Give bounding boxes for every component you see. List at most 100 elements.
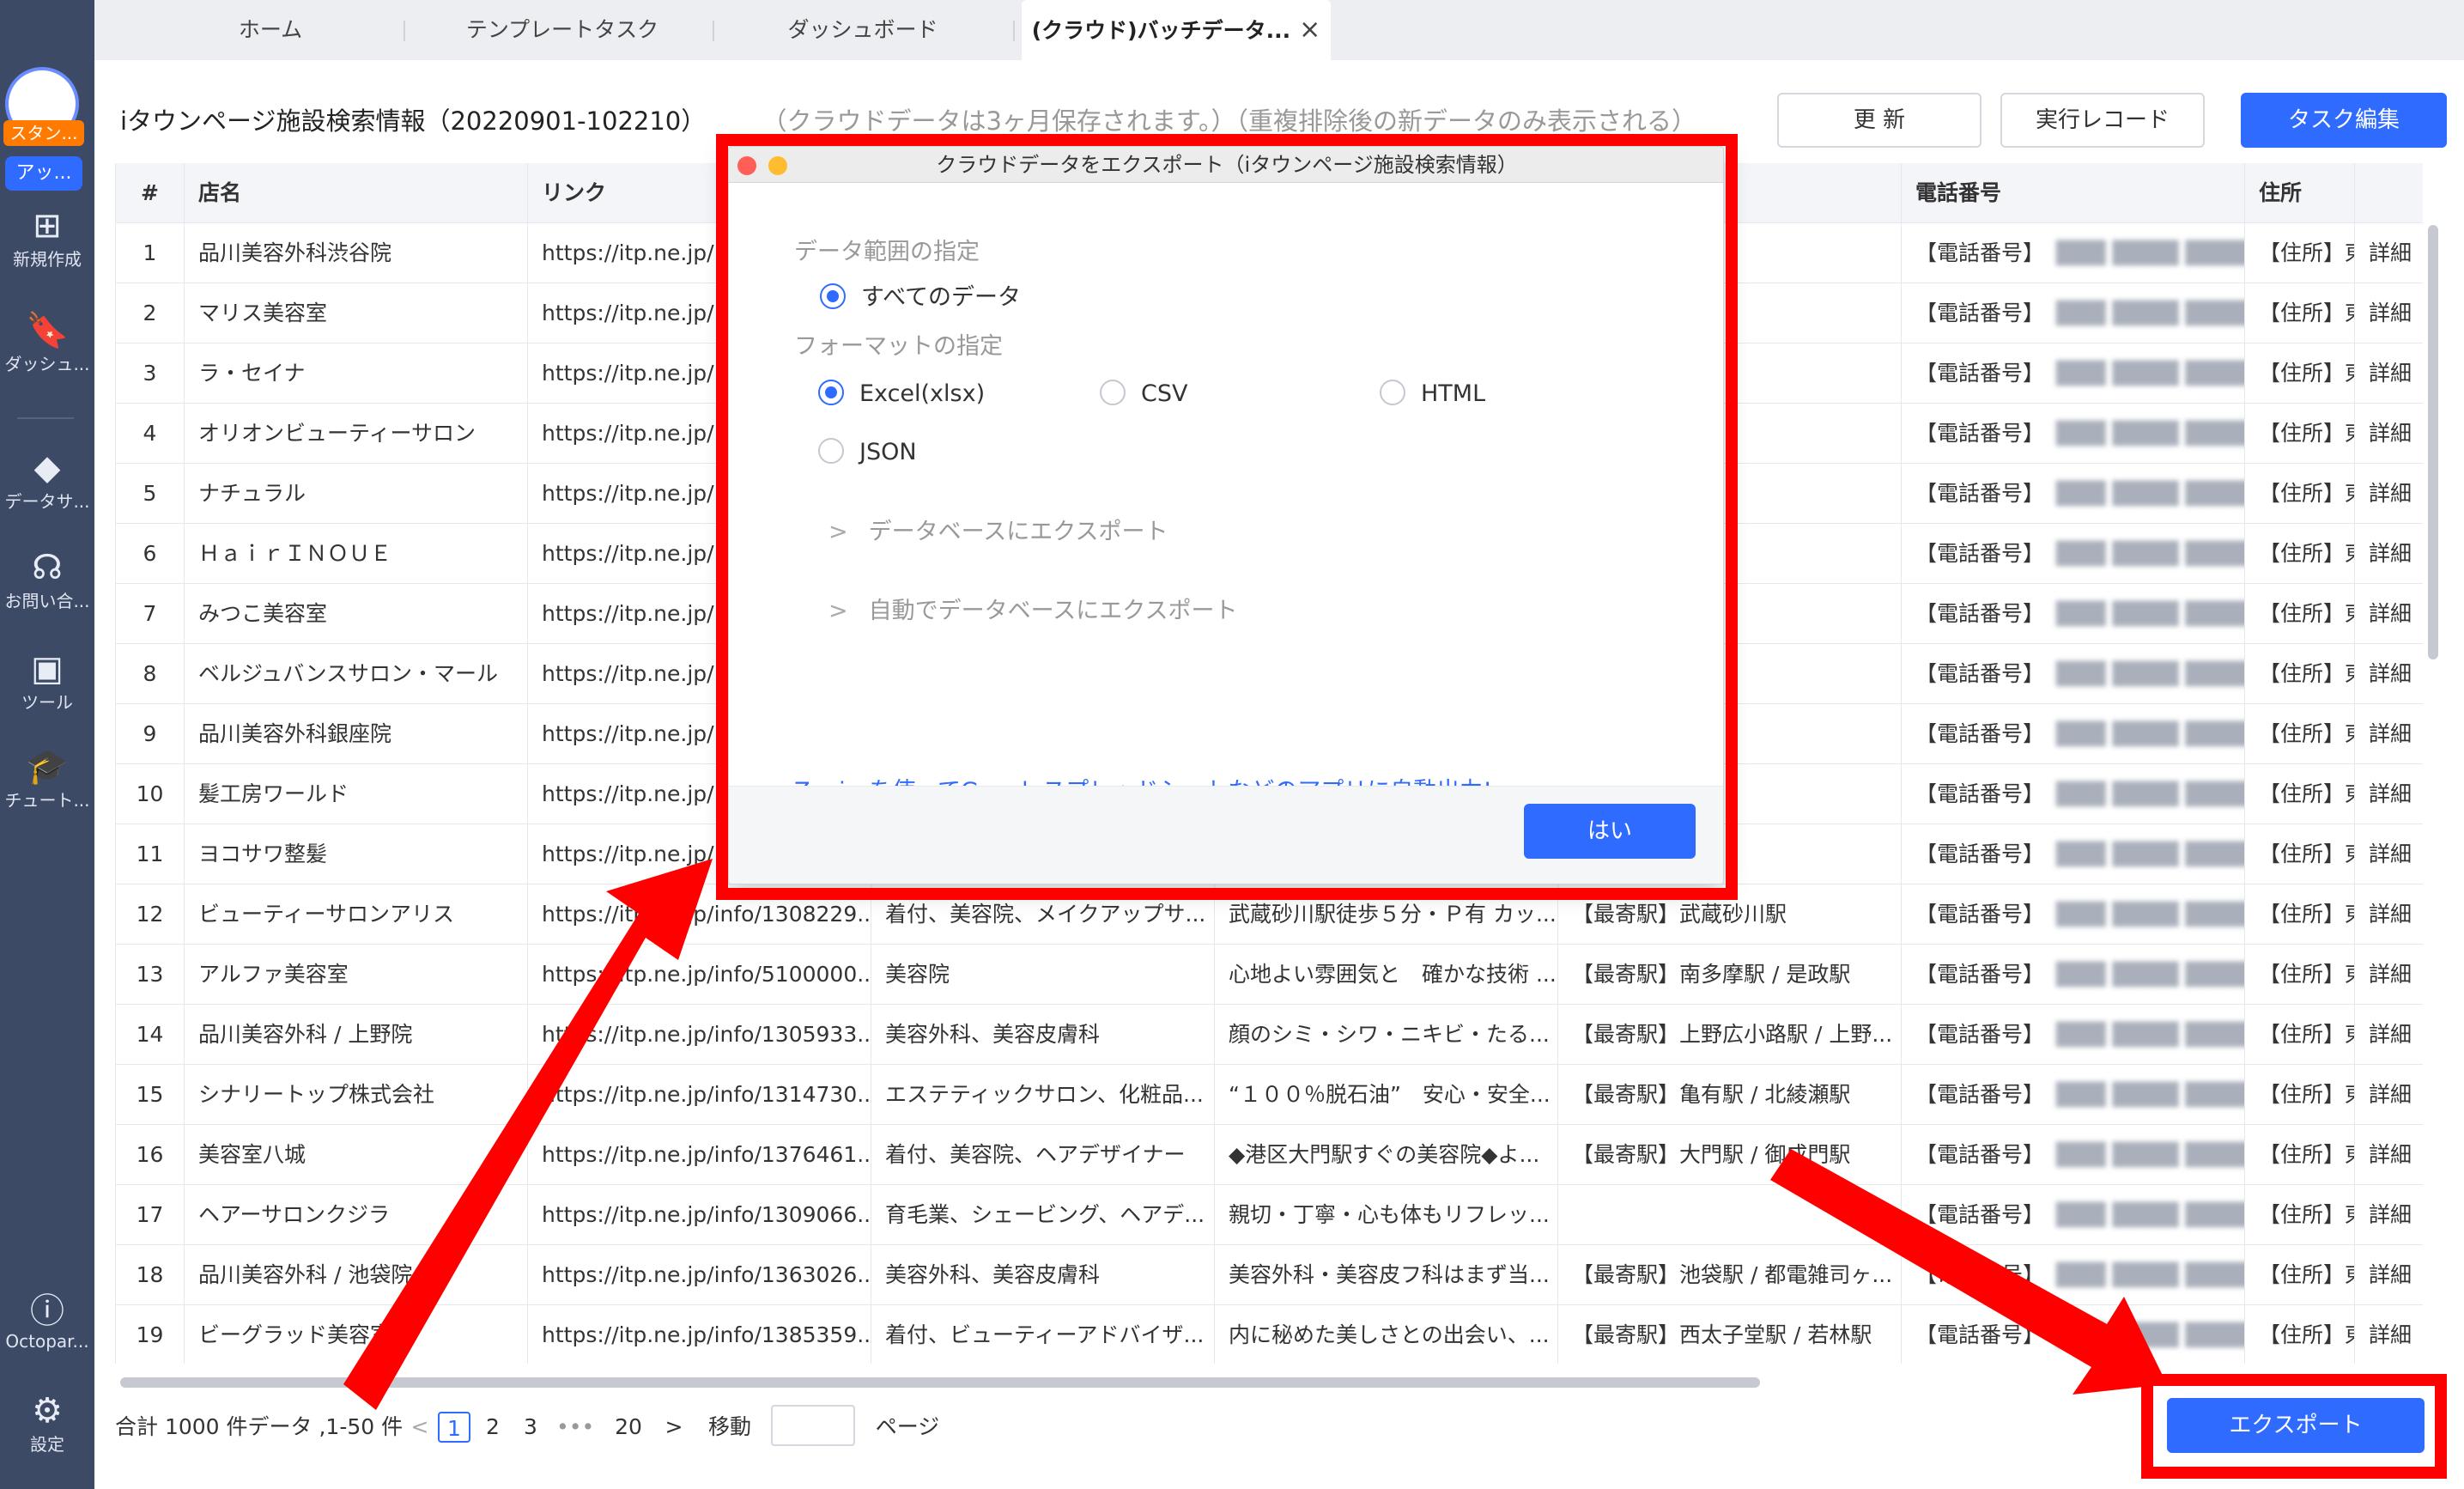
next-page-button[interactable]: > xyxy=(661,1412,687,1443)
goto-label: 移動 xyxy=(707,1414,751,1439)
row-link: https://itp.ne.jp/info/1376461... xyxy=(528,1125,871,1185)
sidebar-item-settings[interactable]: ⚙ 設定 xyxy=(0,1391,94,1456)
format-excel-radio[interactable]: Excel(xlsx) xyxy=(818,377,985,411)
auto-db-export-toggle[interactable]: > 自動でデータベースにエクスポート xyxy=(828,592,1237,625)
refresh-button[interactable]: 更 新 xyxy=(1777,93,1982,148)
row-detail-link[interactable]: 詳細 xyxy=(2355,1185,2423,1245)
dialog-title: クラウドデータをエクスポート（iタウンページ施設検索情報） xyxy=(936,153,1518,177)
tab-divider xyxy=(404,21,405,41)
tab-cloud-batch[interactable]: (クラウド)バッチデータ... × xyxy=(1022,0,1331,60)
plan-badge: スタン... xyxy=(3,120,84,146)
app-badge[interactable]: アッ... xyxy=(5,156,82,191)
sidebar-item-about[interactable]: ⓘ Octopar... xyxy=(0,1291,94,1352)
row-detail-link[interactable]: 詳細 xyxy=(2355,1245,2423,1305)
row-detail-link[interactable]: 詳細 xyxy=(2355,1065,2423,1125)
row-link: https://itp.ne.jp/info/5100000... xyxy=(528,945,871,1005)
sidebar-item-dashboard[interactable]: 🔖 ダッシュ... xyxy=(0,311,94,375)
page-2[interactable]: 2 xyxy=(477,1412,508,1443)
page-ellipsis[interactable]: ••• xyxy=(556,1412,594,1443)
vertical-scrollbar[interactable] xyxy=(2428,225,2438,659)
diamond-heart-icon: ◆ xyxy=(33,448,61,488)
row-category: エステティックサロン、化粧品... xyxy=(871,1065,1215,1125)
row-detail-link[interactable]: 詳細 xyxy=(2355,1305,2423,1364)
phone-prefix: 【電話番号】 xyxy=(1915,240,2045,265)
phone-value-redacted: ███ ████ ████ xyxy=(2056,361,2245,386)
edit-task-button[interactable]: タスク編集 xyxy=(2241,93,2447,148)
page-3[interactable]: 3 xyxy=(515,1412,546,1443)
tab-dashboard[interactable]: ダッシュボード xyxy=(721,0,1004,60)
tab-templates[interactable]: テンプレートタスク xyxy=(412,0,713,60)
page-1[interactable]: 1 xyxy=(438,1412,470,1443)
row-detail-link[interactable]: 詳細 xyxy=(2355,223,2423,283)
sidebar-item-tutorial[interactable]: 🎓 チュート... xyxy=(0,747,94,811)
sidebar-item-data-service[interactable]: ◆ データサ... xyxy=(0,448,94,513)
column-header-number: # xyxy=(116,163,185,223)
row-description: 心地よい雰囲気と 確かな技術 ... xyxy=(1215,945,1558,1005)
bookmark-icon: 🔖 xyxy=(26,311,69,350)
column-detail: 詳細 詳細 詳細 詳細 詳細 詳細 詳細 詳細 詳細 詳細 詳細 詳細 詳細 詳細 詳細 詳細 詳細 詳細 詳細 xyxy=(2355,163,2423,1364)
row-detail-link[interactable]: 詳細 xyxy=(2355,584,2423,644)
row-detail-link[interactable]: 詳細 xyxy=(2355,524,2423,584)
db-export-toggle[interactable]: > データベースにエクスポート xyxy=(828,513,1168,546)
export-button[interactable]: エクスポート xyxy=(2167,1398,2425,1453)
row-detail-link[interactable]: 詳細 xyxy=(2355,764,2423,824)
row-detail-link[interactable]: 詳細 xyxy=(2355,464,2423,524)
row-address: 【住所】東 xyxy=(2245,343,2355,404)
sidebar-item-contact[interactable]: ☊ お問い合... xyxy=(0,548,94,612)
row-phone: 【電話番号】 ███ ████ ████ xyxy=(1902,464,2245,524)
row-phone: 【電話番号】 ███ ████ ████ xyxy=(1902,884,2245,945)
sidebar-item-new[interactable]: ⊞ 新規作成 xyxy=(0,206,94,270)
row-detail-link[interactable]: 詳細 xyxy=(2355,704,2423,764)
row-detail-link[interactable]: 詳細 xyxy=(2355,283,2423,343)
format-json-radio[interactable]: JSON xyxy=(818,435,917,470)
row-category: 着付、美容院、ヘアデザイナー xyxy=(871,1125,1215,1185)
row-detail-link[interactable]: 詳細 xyxy=(2355,644,2423,704)
phone-prefix: 【電話番号】 xyxy=(1915,1142,2045,1167)
row-detail-link[interactable]: 詳細 xyxy=(2355,884,2423,945)
row-address: 【住所】東 xyxy=(2245,824,2355,884)
row-detail-link[interactable]: 詳細 xyxy=(2355,945,2423,1005)
confirm-button[interactable]: はい xyxy=(1524,804,1696,859)
row-detail-link[interactable]: 詳細 xyxy=(2355,1125,2423,1185)
row-phone: 【電話番号】 ███ ████ ████ xyxy=(1902,644,2245,704)
row-number: 11 xyxy=(116,824,185,884)
row-category: 育毛業、シェービング、ヘアデ... xyxy=(871,1185,1215,1245)
close-window-icon[interactable] xyxy=(737,156,756,175)
row-name: ベルジュバンスサロン・マール xyxy=(185,644,528,704)
row-name: ナチュラル xyxy=(185,464,528,524)
task-header: iタウンページ施設検索情報（20220901-102210） （クラウドデータは… xyxy=(120,100,1696,143)
all-data-radio[interactable]: すべてのデータ xyxy=(820,281,1021,315)
row-phone: 【電話番号】 ███ ████ ████ xyxy=(1902,1125,2245,1185)
row-detail-link[interactable]: 詳細 xyxy=(2355,1005,2423,1065)
sidebar-divider xyxy=(17,417,74,419)
run-record-button[interactable]: 実行レコード xyxy=(2000,93,2205,148)
tab-home[interactable]: ホーム xyxy=(146,0,395,60)
chevron-right-icon: > xyxy=(828,519,848,545)
row-number: 12 xyxy=(116,884,185,945)
close-icon[interactable]: × xyxy=(1299,15,1320,45)
horizontal-scrollbar[interactable] xyxy=(120,1377,1760,1388)
row-detail-link[interactable]: 詳細 xyxy=(2355,343,2423,404)
tab-bar: ホーム テンプレートタスク ダッシュボード (クラウド)バッチデータ... × xyxy=(94,0,2464,60)
row-link: https://itp.ne.jp/info/1308229... xyxy=(528,884,871,945)
format-csv-radio[interactable]: CSV xyxy=(1100,377,1187,411)
minimize-window-icon[interactable] xyxy=(768,156,787,175)
row-address: 【住所】東 xyxy=(2245,223,2355,283)
format-html-radio[interactable]: HTML xyxy=(1380,377,1485,411)
column-phone: 電話番号 【電話番号】 ███ ████ ████ 【電話番号】 ███ ████ ██… xyxy=(1902,163,2245,1364)
row-detail-link[interactable]: 詳細 xyxy=(2355,824,2423,884)
row-address: 【住所】東 xyxy=(2245,884,2355,945)
dialog-footer: はい xyxy=(729,786,1723,884)
row-number: 17 xyxy=(116,1185,185,1245)
prev-page-button[interactable]: < xyxy=(409,1412,431,1443)
page-20[interactable]: 20 xyxy=(608,1412,649,1443)
row-phone: 【電話番号】 ███ ████ ████ xyxy=(1902,584,2245,644)
phone-prefix: 【電話番号】 xyxy=(1915,781,2045,806)
row-detail-link[interactable]: 詳細 xyxy=(2355,404,2423,464)
sidebar-item-tools[interactable]: ▣ ツール xyxy=(0,649,94,714)
dialog-titlebar: クラウドデータをエクスポート（iタウンページ施設検索情報） xyxy=(729,147,1723,183)
goto-page-input[interactable] xyxy=(771,1405,855,1446)
radio-indicator xyxy=(818,437,844,464)
row-address: 【住所】東 xyxy=(2245,1065,2355,1125)
tab-label: (クラウド)バッチデータ... xyxy=(1031,18,1291,43)
